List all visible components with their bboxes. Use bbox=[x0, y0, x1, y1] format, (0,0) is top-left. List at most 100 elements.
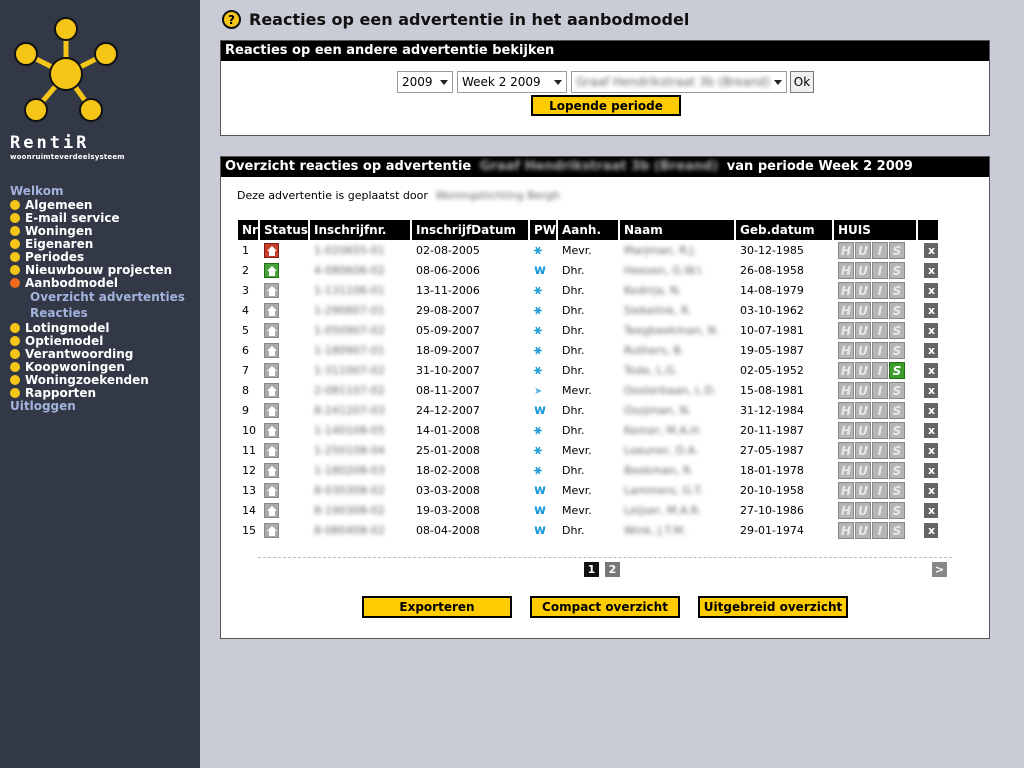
huis-i-indicator[interactable]: I bbox=[872, 502, 888, 519]
remove-icon[interactable]: x bbox=[924, 363, 938, 378]
remove-icon[interactable]: x bbox=[924, 463, 938, 478]
huis-i-indicator[interactable]: I bbox=[872, 362, 888, 379]
huis-s-indicator[interactable]: S bbox=[889, 502, 905, 519]
huis-i-indicator[interactable]: I bbox=[872, 522, 888, 539]
sidebar-subitem-overzicht-advertenties[interactable]: Overzicht advertenties bbox=[10, 289, 196, 305]
remove-icon[interactable]: x bbox=[924, 383, 938, 398]
page-2-button[interactable]: 2 bbox=[605, 562, 620, 577]
house-status-icon[interactable] bbox=[264, 363, 279, 378]
sidebar-item-woningen[interactable]: Woningen bbox=[10, 224, 196, 238]
huis-h-indicator[interactable]: H bbox=[838, 322, 854, 339]
huis-s-indicator[interactable]: S bbox=[889, 402, 905, 419]
huis-s-indicator[interactable]: S bbox=[889, 322, 905, 339]
compact-overview-button[interactable]: Compact overzicht bbox=[530, 596, 680, 618]
remove-icon[interactable]: x bbox=[924, 243, 938, 258]
remove-icon[interactable]: x bbox=[924, 323, 938, 338]
huis-i-indicator[interactable]: I bbox=[872, 282, 888, 299]
huis-u-indicator[interactable]: U bbox=[855, 282, 871, 299]
current-period-button[interactable]: Lopende periode bbox=[531, 95, 681, 116]
remove-icon[interactable]: x bbox=[924, 503, 938, 518]
remove-icon[interactable]: x bbox=[924, 303, 938, 318]
huis-u-indicator[interactable]: U bbox=[855, 242, 871, 259]
column-header-geb-datum[interactable]: Geb.datum bbox=[736, 220, 832, 240]
huis-i-indicator[interactable]: I bbox=[872, 322, 888, 339]
house-status-icon[interactable] bbox=[264, 423, 279, 438]
advertisement-select[interactable]: Graaf Hendrikstraat 3b (Breand) bbox=[571, 71, 787, 93]
huis-h-indicator[interactable]: H bbox=[838, 402, 854, 419]
huis-h-indicator[interactable]: H bbox=[838, 262, 854, 279]
sidebar-subitem-reacties[interactable]: Reacties bbox=[10, 305, 196, 321]
huis-s-indicator[interactable]: S bbox=[889, 262, 905, 279]
remove-icon[interactable]: x bbox=[924, 483, 938, 498]
house-status-icon[interactable] bbox=[264, 343, 279, 358]
next-page-button[interactable]: > bbox=[932, 562, 947, 577]
remove-icon[interactable]: x bbox=[924, 523, 938, 538]
huis-u-indicator[interactable]: U bbox=[855, 402, 871, 419]
huis-s-indicator[interactable]: S bbox=[889, 482, 905, 499]
huis-h-indicator[interactable]: H bbox=[838, 302, 854, 319]
huis-h-indicator[interactable]: H bbox=[838, 442, 854, 459]
extended-overview-button[interactable]: Uitgebreid overzicht bbox=[698, 596, 848, 618]
house-status-icon[interactable] bbox=[264, 283, 279, 298]
column-header-inschrijfdatum[interactable]: InschrijfDatum bbox=[412, 220, 528, 240]
sidebar-item-verantwoording[interactable]: Verantwoording bbox=[10, 347, 196, 361]
huis-h-indicator[interactable]: H bbox=[838, 422, 854, 439]
sidebar-item-periodes[interactable]: Periodes bbox=[10, 250, 196, 264]
huis-u-indicator[interactable]: U bbox=[855, 422, 871, 439]
huis-s-indicator[interactable]: S bbox=[889, 442, 905, 459]
huis-u-indicator[interactable]: U bbox=[855, 442, 871, 459]
huis-i-indicator[interactable]: I bbox=[872, 342, 888, 359]
remove-icon[interactable]: x bbox=[924, 283, 938, 298]
huis-i-indicator[interactable]: I bbox=[872, 262, 888, 279]
huis-s-indicator[interactable]: S bbox=[889, 382, 905, 399]
huis-i-indicator[interactable]: I bbox=[872, 302, 888, 319]
huis-h-indicator[interactable]: H bbox=[838, 482, 854, 499]
remove-icon[interactable]: x bbox=[924, 403, 938, 418]
huis-i-indicator[interactable]: I bbox=[872, 482, 888, 499]
huis-h-indicator[interactable]: H bbox=[838, 282, 854, 299]
huis-h-indicator[interactable]: H bbox=[838, 462, 854, 479]
huis-i-indicator[interactable]: I bbox=[872, 382, 888, 399]
sidebar-item-koopwoningen[interactable]: Koopwoningen bbox=[10, 360, 196, 374]
huis-s-indicator[interactable]: S bbox=[889, 462, 905, 479]
huis-i-indicator[interactable]: I bbox=[872, 422, 888, 439]
remove-icon[interactable]: x bbox=[924, 263, 938, 278]
house-status-icon[interactable] bbox=[264, 443, 279, 458]
huis-s-indicator[interactable]: S bbox=[889, 522, 905, 539]
house-status-icon[interactable] bbox=[264, 503, 279, 518]
remove-icon[interactable]: x bbox=[924, 343, 938, 358]
huis-u-indicator[interactable]: U bbox=[855, 462, 871, 479]
huis-u-indicator[interactable]: U bbox=[855, 522, 871, 539]
huis-i-indicator[interactable]: I bbox=[872, 242, 888, 259]
column-header-aanh[interactable]: Aanh. bbox=[558, 220, 618, 240]
huis-u-indicator[interactable]: U bbox=[855, 302, 871, 319]
house-status-icon[interactable] bbox=[264, 523, 279, 538]
ok-button[interactable]: Ok bbox=[790, 71, 814, 93]
sidebar-item-rapporten[interactable]: Rapporten bbox=[10, 386, 196, 400]
week-select[interactable]: Week 2 2009 bbox=[457, 71, 567, 93]
house-status-icon[interactable] bbox=[264, 483, 279, 498]
nav-welkom[interactable]: Welkom bbox=[10, 184, 196, 198]
huis-i-indicator[interactable]: I bbox=[872, 462, 888, 479]
huis-s-indicator[interactable]: S bbox=[889, 342, 905, 359]
huis-h-indicator[interactable]: H bbox=[838, 242, 854, 259]
sidebar-item-nieuwbouw-projecten[interactable]: Nieuwbouw projecten bbox=[10, 263, 196, 277]
house-status-icon[interactable] bbox=[264, 263, 279, 278]
house-status-icon[interactable] bbox=[264, 323, 279, 338]
house-status-icon[interactable] bbox=[264, 243, 279, 258]
huis-h-indicator[interactable]: H bbox=[838, 342, 854, 359]
huis-h-indicator[interactable]: H bbox=[838, 362, 854, 379]
huis-i-indicator[interactable]: I bbox=[872, 402, 888, 419]
help-icon[interactable]: ? bbox=[222, 10, 241, 29]
huis-u-indicator[interactable]: U bbox=[855, 342, 871, 359]
nav-logout[interactable]: Uitloggen bbox=[10, 399, 196, 413]
export-button[interactable]: Exporteren bbox=[362, 596, 512, 618]
sidebar-item-optiemodel[interactable]: Optiemodel bbox=[10, 334, 196, 348]
huis-s-indicator[interactable]: S bbox=[889, 302, 905, 319]
huis-u-indicator[interactable]: U bbox=[855, 362, 871, 379]
huis-u-indicator[interactable]: U bbox=[855, 322, 871, 339]
huis-u-indicator[interactable]: U bbox=[855, 482, 871, 499]
huis-s-indicator[interactable]: S bbox=[889, 362, 905, 379]
huis-s-indicator[interactable]: S bbox=[889, 282, 905, 299]
huis-h-indicator[interactable]: H bbox=[838, 522, 854, 539]
